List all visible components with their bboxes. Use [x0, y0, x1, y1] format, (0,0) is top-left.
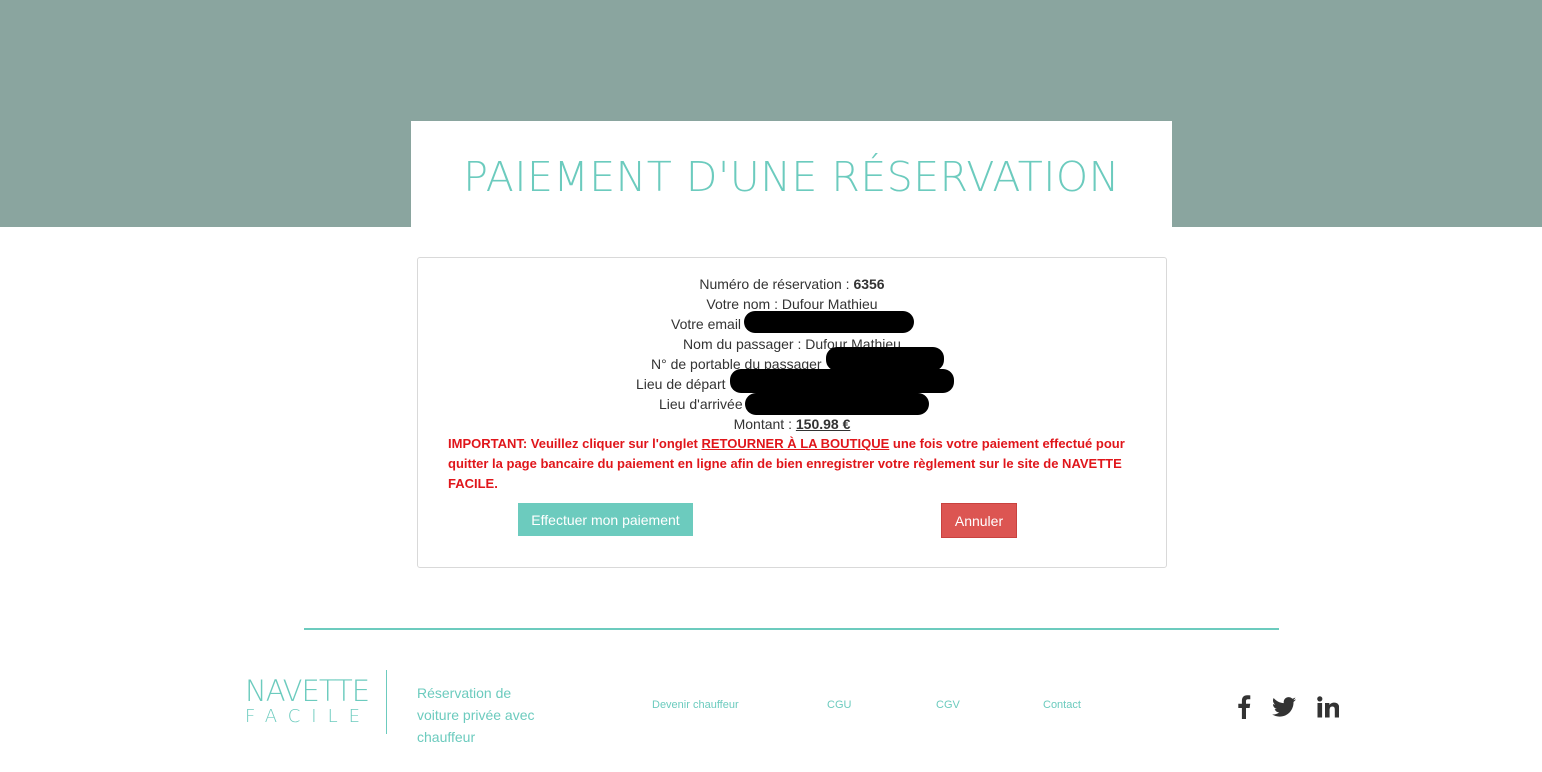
customer-email-label: Votre email: [671, 316, 742, 332]
amount-value: 150.98 €: [795, 416, 851, 432]
logo-divider: [386, 670, 387, 734]
navette-facile-logo[interactable]: NAVETTE FACILE: [245, 676, 380, 727]
reservation-number-value: 6356: [853, 276, 885, 292]
important-notice: IMPORTANT: Veuillez cliquer sur l'onglet…: [448, 434, 1148, 494]
reservation-number-label: Numéro de réservation :: [699, 276, 854, 292]
twitter-icon[interactable]: [1271, 694, 1297, 720]
facebook-icon[interactable]: [1231, 694, 1257, 720]
departure-label: Lieu de départ: [636, 376, 726, 392]
footer-divider: [304, 628, 1279, 630]
linkedin-icon[interactable]: [1315, 694, 1341, 720]
footer-link-cgv[interactable]: CGV: [936, 699, 960, 711]
logo-word-navette: NAVETTE: [245, 674, 370, 708]
amount-label: Montant :: [733, 416, 796, 432]
reservation-number-row: Numéro de réservation : 6356: [418, 274, 1166, 294]
notice-prefix: IMPORTANT: Veuillez cliquer sur l'onglet: [448, 436, 702, 451]
page-title: PAIEMENT D'UNE RÉSERVATION: [463, 153, 1120, 201]
email-redaction: [744, 311, 914, 333]
pay-button[interactable]: Effectuer mon paiement: [518, 503, 693, 536]
logo-word-facile: FACILE: [245, 706, 371, 727]
arrival-label: Lieu d'arrivée: [659, 396, 743, 412]
footer-link-devenir-chauffeur[interactable]: Devenir chauffeur: [652, 699, 739, 711]
footer-link-contact[interactable]: Contact: [1043, 699, 1081, 711]
passenger-name-row: Nom du passager : Dufour Mathieu: [683, 336, 901, 352]
footer-link-cgu[interactable]: CGU: [827, 699, 851, 711]
reservation-panel: Numéro de réservation : 6356 Votre nom :…: [417, 257, 1167, 568]
footer-tagline: Réservation de voiture privée avec chauf…: [417, 685, 535, 745]
departure-redaction: [730, 369, 954, 393]
amount-row: Montant : 150.98 €: [418, 414, 1166, 434]
arrival-redaction: [745, 393, 929, 415]
title-card: PAIEMENT D'UNE RÉSERVATION: [411, 121, 1172, 227]
cancel-button[interactable]: Annuler: [941, 503, 1017, 538]
phone-redaction: [826, 347, 944, 371]
return-to-shop-link[interactable]: RETOURNER À LA BOUTIQUE: [702, 436, 890, 451]
